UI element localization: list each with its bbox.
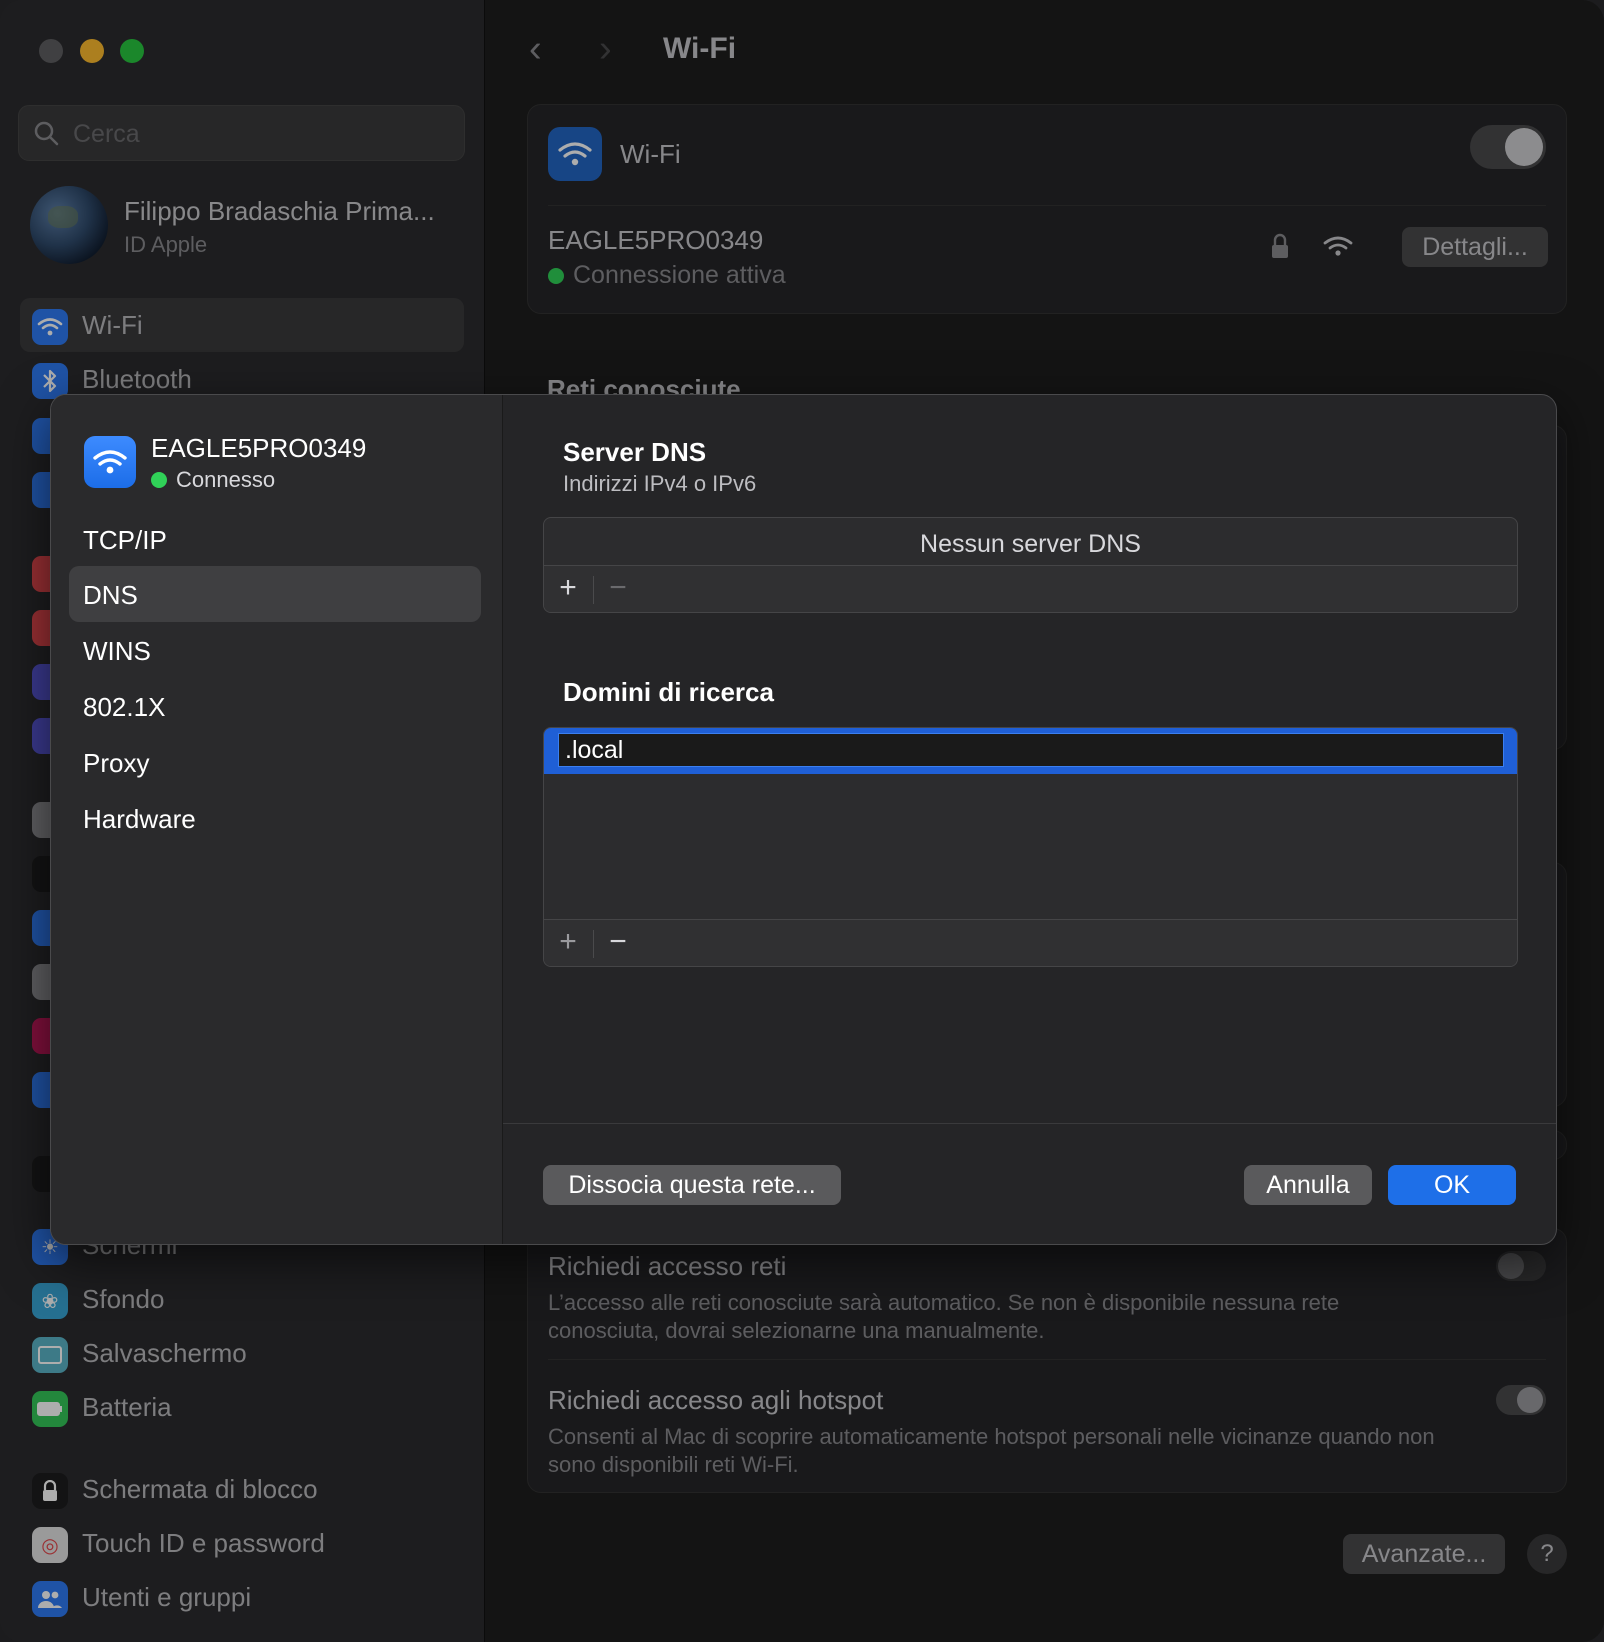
dns-server-list[interactable]: Nessun server DNS + − [543, 517, 1518, 613]
remove-dns-button[interactable]: − [598, 572, 638, 604]
wifi-icon [84, 436, 136, 488]
ok-button[interactable]: OK [1388, 1165, 1516, 1205]
system-settings-window: Filippo Bradaschia Prima... ID Apple Wi-… [0, 0, 1604, 1642]
network-details-sheet: EAGLE5PRO0349 Connesso TCP/IP DNS WINS 8… [50, 394, 1557, 1245]
list-footer: + − [544, 565, 1517, 612]
sheet-nav-proxy[interactable]: Proxy [69, 734, 481, 790]
sheet-nav-hardware[interactable]: Hardware [69, 790, 481, 846]
search-domain-input[interactable] [558, 733, 1504, 767]
dns-empty-text: Nessun server DNS [920, 530, 1141, 558]
list-item[interactable] [544, 728, 1517, 774]
add-domain-button[interactable]: + [548, 926, 588, 958]
forget-network-button[interactable]: Dissocia questa rete... [543, 1165, 841, 1205]
search-domains-list[interactable]: + − [543, 727, 1518, 967]
add-dns-button[interactable]: + [548, 572, 588, 604]
sheet-nav-dns[interactable]: DNS [69, 566, 481, 622]
cancel-button[interactable]: Annulla [1244, 1165, 1372, 1205]
status-dot [151, 472, 167, 488]
search-domains-title: Domini di ricerca [563, 677, 774, 707]
dns-server-subtitle: Indirizzi IPv4 o IPv6 [563, 471, 757, 496]
sheet-nav-8021x[interactable]: 802.1X [69, 678, 481, 734]
sheet-sidebar: EAGLE5PRO0349 Connesso TCP/IP DNS WINS 8… [51, 395, 503, 1244]
sheet-network-status: Connesso [151, 467, 275, 493]
list-footer: + − [544, 919, 1517, 966]
dns-server-title: Server DNS [563, 437, 707, 467]
remove-domain-button[interactable]: − [598, 926, 638, 958]
sheet-network-name: EAGLE5PRO0349 [151, 433, 367, 463]
divider [503, 1123, 1556, 1124]
divider [593, 930, 594, 958]
sheet-content: Server DNS Indirizzi IPv4 o IPv6 Nessun … [503, 395, 1556, 1244]
sheet-nav-tcpip[interactable]: TCP/IP [69, 511, 481, 567]
sheet-nav-wins[interactable]: WINS [69, 622, 481, 678]
divider [593, 576, 594, 604]
